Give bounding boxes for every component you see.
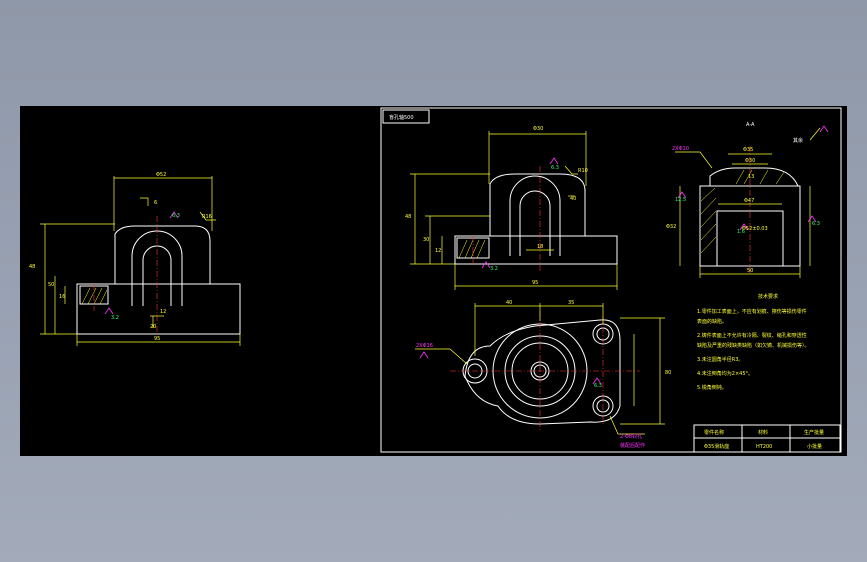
section-label-thread: 2XΦ10 (672, 146, 689, 152)
section-dim-4: Φ52±0.03 (742, 226, 768, 232)
tech-notes-title: 技术要求 (758, 293, 778, 300)
title-block-cell: 材料 (758, 429, 768, 436)
left-dim-height-total: 48 (29, 264, 35, 270)
front-view: Φ30 R10 6.3 3.2 48 30 12 95 18 40 (405, 126, 618, 290)
left-dim-bottom: 95 (154, 336, 160, 342)
left-dim-height-base: 50 (48, 282, 54, 288)
tech-note-line: 1.零件加工表面上，不应有划痕、擦伤等损伤零件 (697, 308, 807, 315)
left-roughness-bottom: 3.2 (111, 315, 119, 321)
section-hatch-left (700, 187, 717, 254)
left-dim-inner: 20 (150, 324, 156, 330)
section-label-finish: 其余 (793, 137, 803, 144)
title-block-cell: HT200 (756, 444, 772, 450)
left-side-view: Φ52 R16 6.3 48 50 16 12 95 3.2 6 20 (29, 172, 241, 346)
top-dim-right: 35 (568, 300, 574, 306)
front-arch-outer (509, 175, 561, 256)
top-roughness: 6.3 (594, 383, 602, 389)
front-dim-left-total: 48 (405, 214, 411, 220)
top-note-2: 装配后配作 (620, 442, 645, 449)
section-dim-left: Φ32 (666, 224, 676, 230)
section-hatch-top (735, 169, 785, 185)
section-dim-6: 13 (748, 174, 754, 180)
left-pedestal (114, 225, 211, 284)
title-block: 零件名称 材料 生产批量 Φ35滑轨座 HT200 小批量 (693, 424, 841, 453)
section-roughness-inner: 1.6 (737, 229, 745, 235)
section-roughness-right: 6.3 (812, 221, 820, 227)
front-dim-inner: 18 (537, 244, 543, 250)
tech-note-line: 缺陷及严重的残缺类缺陷（如欠铸、机械损伤等）。 (697, 342, 810, 349)
left-dim-right: R16 (202, 214, 212, 220)
front-dim-r: R10 (578, 168, 588, 174)
top-note-1: 2-Φ8铰孔 (620, 433, 642, 440)
front-body (489, 173, 586, 236)
title-block-cell: Φ35滑轨座 (704, 443, 729, 450)
top-label-hole: 2XΦ16 (416, 343, 433, 349)
section-view: A-A 2XΦ10 其余 Φ35 Φ30 Φ47 Φ52±0.03 50 13 … (666, 122, 829, 278)
left-dim-gap: 6 (154, 200, 157, 206)
title-block-cell: 小批量 (807, 443, 822, 450)
front-dim-left-small: 12 (435, 248, 441, 254)
front-roughness-1: 6.3 (551, 165, 559, 171)
top-view: 40 35 80 2XΦ16 6.3 2-Φ8铰孔 装配后配作 (415, 300, 671, 449)
top-dim-left: 40 (506, 300, 512, 306)
front-dim-slot: 40 (570, 196, 576, 202)
front-dim-top: Φ30 (533, 126, 543, 132)
top-dim-height: 80 (665, 370, 671, 376)
tech-note-line: 5.锐角倒钝。 (697, 384, 727, 391)
front-roughness-2: 3.2 (490, 266, 498, 272)
section-dim-5: 50 (747, 268, 753, 274)
tech-notes: 技术要求 1.零件加工表面上，不应有划痕、擦伤等损伤零件 表面的缺陷。 2.铸件… (697, 293, 810, 391)
title-block-cell: 零件名称 (704, 429, 724, 436)
tech-note-line: 3.未注圆角半径R3。 (697, 356, 743, 363)
tech-note-line: 表面的缺陷。 (697, 318, 727, 325)
section-dim-2: Φ30 (745, 158, 755, 164)
front-dim-left-mid: 30 (423, 237, 429, 243)
section-dim-3: Φ47 (744, 198, 754, 204)
frame-tag-label: 盲孔轴500 (389, 114, 414, 121)
title-block-cell: 生产批量 (804, 429, 824, 436)
drawing-canvas[interactable]: Φ52 R16 6.3 48 50 16 12 95 3.2 6 20 盲孔轴5… (20, 106, 847, 456)
front-arch-inner (519, 190, 551, 256)
section-title: A-A (746, 122, 755, 128)
cad-drawing[interactable]: Φ52 R16 6.3 48 50 16 12 95 3.2 6 20 盲孔轴5… (20, 106, 847, 456)
tech-note-line: 2.铸件表面上不允许有冷隔、裂纹、缩孔和穿透性 (697, 332, 807, 339)
front-dim-bottom: 95 (532, 280, 538, 286)
tech-note-line: 4.未注倒角均为2×45°。 (697, 370, 753, 377)
left-dim-small: 16 (59, 294, 65, 300)
left-base-plate (76, 283, 241, 335)
left-roughness-top: 6.3 (172, 213, 180, 219)
section-dim-1: Φ35 (743, 147, 753, 153)
left-dim-top: Φ52 (156, 172, 166, 178)
section-roughness-left: 12.5 (675, 197, 686, 203)
left-dim-hole: 12 (160, 309, 166, 315)
